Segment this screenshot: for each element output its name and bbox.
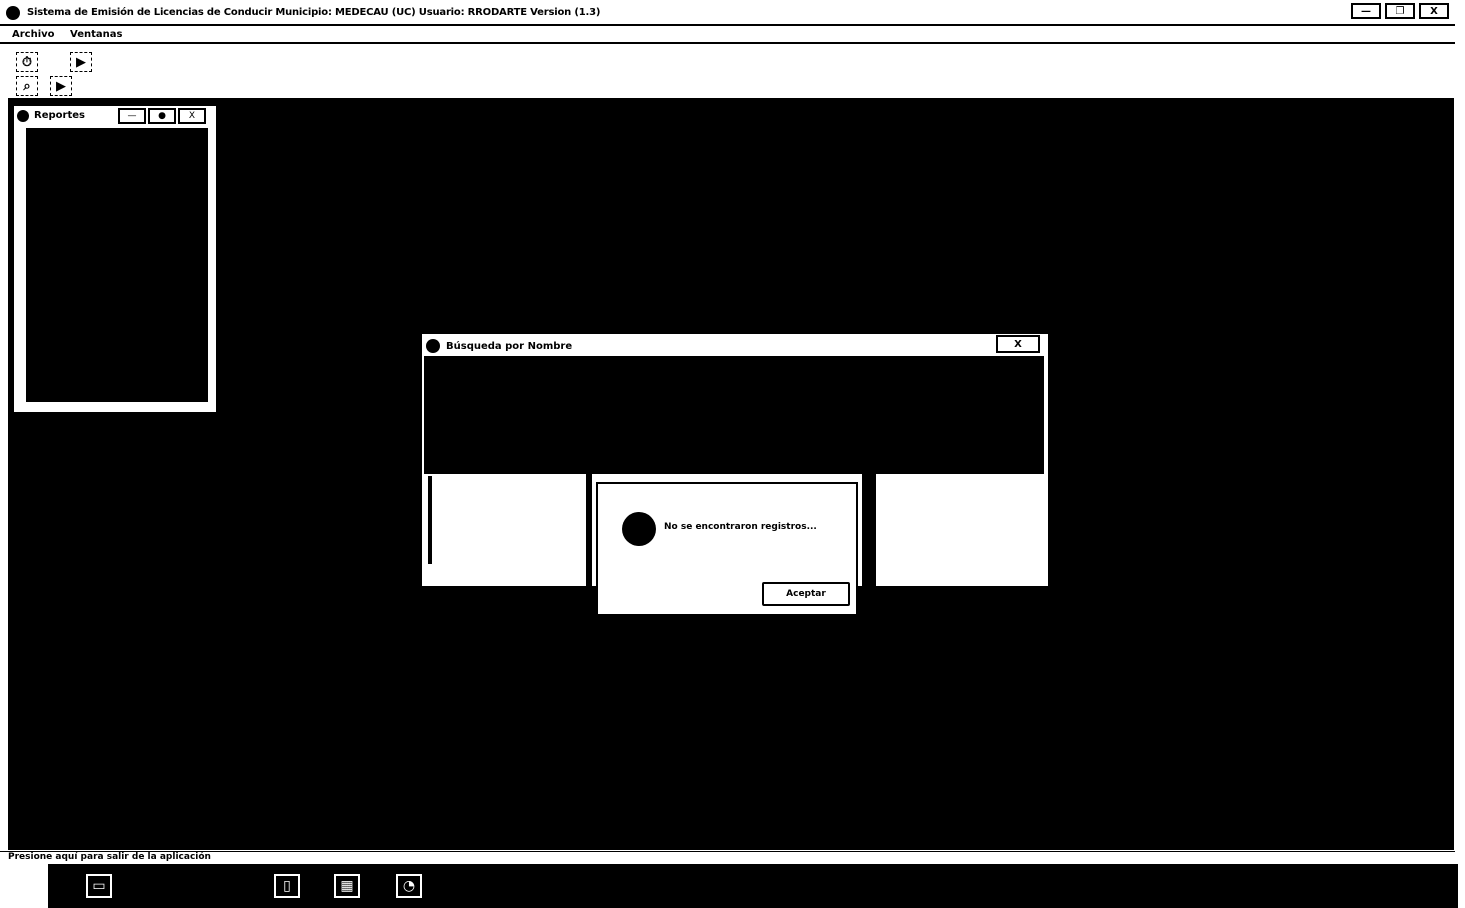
reports-window-body [26,128,208,402]
menu-divider [0,42,1455,44]
close-button[interactable]: X [178,108,206,124]
search-icon[interactable]: ⌕ [16,76,38,96]
restore-button[interactable]: ❐ [1385,3,1415,19]
results-pane [424,356,1044,474]
clock-icon[interactable]: ⏱ [16,52,38,72]
spreadsheet-icon[interactable]: ▦ [334,874,360,898]
title-divider [0,24,1455,26]
title-bar: Sistema de Emisión de Licencias de Condu… [0,0,1465,26]
reports-window-title: Reportes [34,110,85,121]
alert-message: No se encontraron registros... [664,522,817,532]
close-button[interactable]: X [1419,3,1449,19]
menu-ventanas[interactable]: Ventanas [70,29,122,40]
status-divider [0,851,1455,852]
info-icon [622,512,656,546]
divider [586,474,592,586]
status-text: Presione aquí para salir de la aplicació… [8,852,211,862]
network-icon[interactable]: ◔ [396,874,422,898]
exit-icon[interactable]: ▶ [50,76,72,96]
window-title: Sistema de Emisión de Licencias de Condu… [27,7,601,18]
taskbar: ▭ ▯ ▦ ◔ [48,864,1458,908]
window-controls: — ❐ X [1351,3,1449,21]
reports-window-header: Reportes — ● X [14,106,216,126]
toolbar: ⏱ ▶ ⌕ ▶ [10,48,210,98]
scrollbar[interactable] [428,476,432,564]
minimize-button[interactable]: — [1351,3,1381,19]
window-icon [17,110,29,122]
document-icon[interactable]: ▯ [274,874,300,898]
folder-icon[interactable]: ▭ [86,874,112,898]
reports-window: Reportes — ● X [12,104,218,414]
close-button[interactable]: X [996,335,1040,353]
exit-icon[interactable]: ▶ [70,52,92,72]
alert-dialog: No se encontraron registros... Aceptar [596,482,858,616]
divider [862,474,876,586]
maximize-button[interactable]: ● [148,108,176,124]
accept-button[interactable]: Aceptar [762,582,850,606]
menu-bar: Archivo Ventanas [0,27,1465,43]
minimize-button[interactable]: — [118,108,146,124]
window-icon [426,339,440,353]
reports-window-controls: — ● X [118,108,206,124]
app-icon [6,6,20,20]
search-window-title: Búsqueda por Nombre [446,341,573,352]
menu-archivo[interactable]: Archivo [12,29,55,40]
